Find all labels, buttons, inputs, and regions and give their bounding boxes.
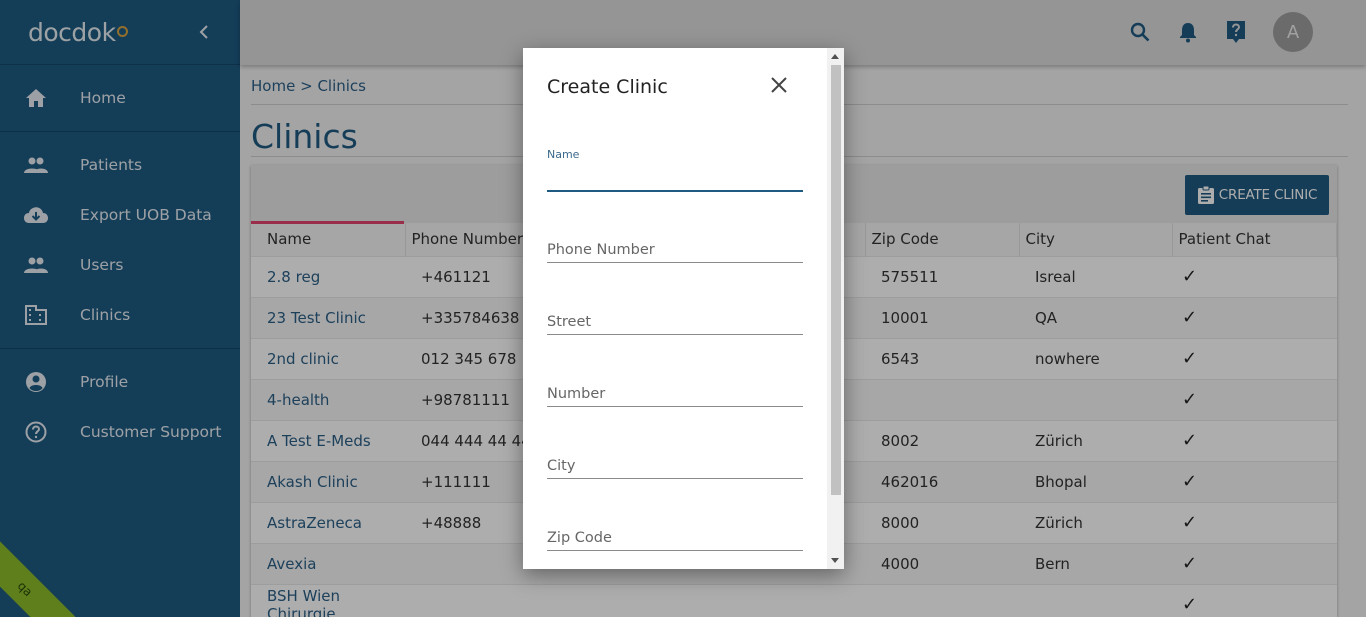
phone-number-input[interactable] <box>547 237 803 263</box>
phone-number-field <box>547 237 803 263</box>
dialog-title: Create Clinic <box>547 76 668 98</box>
name-field: Name <box>547 148 803 192</box>
street-field <box>547 309 803 335</box>
name-input[interactable] <box>547 166 803 192</box>
scroll-up-icon[interactable] <box>831 54 839 59</box>
scrollbar-thumb[interactable] <box>831 65 841 495</box>
number-field <box>547 381 803 407</box>
create-clinic-dialog: Create Clinic Name <box>523 48 844 569</box>
name-field-label: Name <box>547 148 580 161</box>
city-field <box>547 453 803 479</box>
close-icon[interactable] <box>768 74 790 96</box>
street-input[interactable] <box>547 309 803 335</box>
zip-code-field <box>547 525 803 551</box>
number-input[interactable] <box>547 381 803 407</box>
zip-code-input[interactable] <box>547 525 803 551</box>
dialog-scrollbar[interactable] <box>827 48 844 569</box>
scroll-down-icon[interactable] <box>831 558 839 563</box>
city-input[interactable] <box>547 453 803 479</box>
